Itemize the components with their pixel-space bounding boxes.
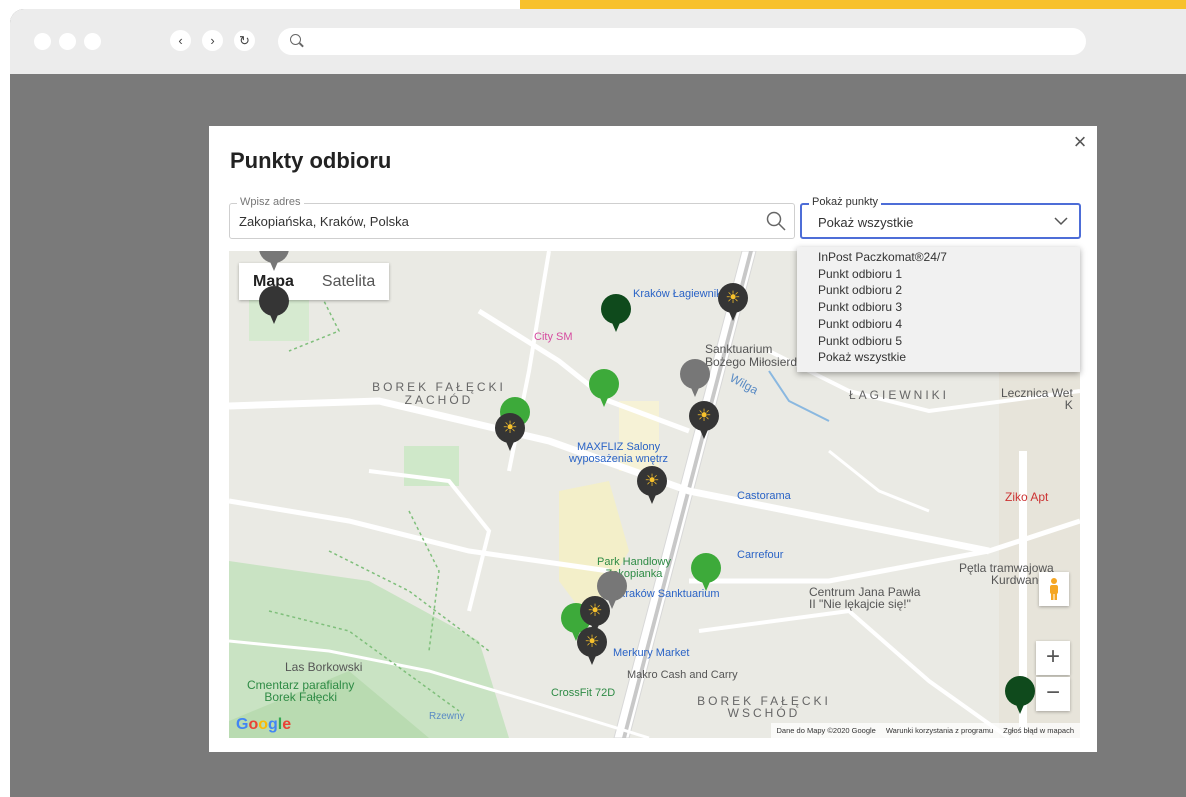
pickup-point-marker[interactable] xyxy=(589,369,619,411)
modal-title: Punkty odbioru xyxy=(230,148,392,173)
zoom-out-button[interactable]: − xyxy=(1036,677,1070,711)
pickup-point-marker[interactable] xyxy=(680,359,710,401)
sun-icon: ☀ xyxy=(696,406,712,425)
pegman-icon xyxy=(1050,578,1058,600)
filter-option-inpost[interactable]: InPost Paczkomat®24/7 xyxy=(797,249,1080,266)
address-input[interactable] xyxy=(230,204,750,238)
sun-icon: ☀ xyxy=(502,418,518,437)
attribution-copyright: Dane do Mapy ©2020 Google xyxy=(776,726,876,735)
forward-icon[interactable]: › xyxy=(202,30,223,51)
attribution-terms-link[interactable]: Warunki korzystania z programu xyxy=(886,726,993,735)
label-cmentarz: Cmentarz parafialny Borek Fałęcki xyxy=(247,678,355,704)
filter-option-2[interactable]: Punkt odbioru 2 xyxy=(797,282,1080,299)
map-tab-satelita[interactable]: Satelita xyxy=(308,263,389,300)
district-lagiewniki: ŁAGIEWNIKI xyxy=(849,388,950,402)
window-minimize-dot[interactable] xyxy=(59,33,76,50)
label-lecznica: Lecznica Wet K xyxy=(1001,386,1073,412)
pickup-point-marker[interactable] xyxy=(1005,676,1035,718)
sun-icon: ☀ xyxy=(584,632,600,651)
poi-makro[interactable]: Makro Cash and Carry xyxy=(627,669,738,681)
accent-bar xyxy=(520,0,1186,9)
sun-icon: ☀ xyxy=(644,471,660,490)
magnifier-icon[interactable] xyxy=(766,211,786,231)
district-borek-wschod: BOREK FAŁĘCKI WSCHÓD xyxy=(697,694,831,720)
pickup-points-modal: × Punkty odbioru Wpisz adres Pokaż punkt… xyxy=(209,126,1097,752)
poi-merkury-market[interactable]: Merkury Market xyxy=(613,647,689,659)
poi-carrefour[interactable]: Carrefour xyxy=(737,549,783,561)
paczkomat-marker[interactable]: ☀ xyxy=(689,401,719,443)
poi-crossfit[interactable]: CrossFit 72D xyxy=(551,687,615,699)
filter-option-3[interactable]: Punkt odbioru 3 xyxy=(797,299,1080,316)
window-close-dot[interactable] xyxy=(34,33,51,50)
reload-icon[interactable]: ↻ xyxy=(234,30,255,51)
filter-selected-value: Pokaż wszystkie xyxy=(818,215,914,230)
poi-krakow-lagiewniki[interactable]: Kraków Łagiewniki xyxy=(633,288,724,300)
google-logo: Google xyxy=(236,716,292,733)
filter-option-1[interactable]: Punkt odbioru 1 xyxy=(797,266,1080,283)
sun-icon: ☀ xyxy=(725,288,741,307)
filter-option-all[interactable]: Pokaż wszystkie xyxy=(797,349,1080,366)
poi-maxfliz[interactable]: MAXFLIZ Salony wyposażenia wnętrz xyxy=(569,441,668,465)
paczkomat-marker[interactable]: ☀ xyxy=(577,627,607,669)
url-bar[interactable] xyxy=(278,28,1086,55)
filter-option-4[interactable]: Punkt odbioru 4 xyxy=(797,316,1080,333)
sun-icon: ☀ xyxy=(587,601,603,620)
pickup-point-marker[interactable] xyxy=(601,294,631,336)
pickup-point-marker[interactable] xyxy=(259,286,289,328)
map-attribution: Dane do Mapy ©2020 Google Warunki korzys… xyxy=(770,723,1080,738)
back-icon[interactable]: ‹ xyxy=(170,30,191,51)
pickup-point-marker[interactable] xyxy=(691,553,721,595)
filter-option-5[interactable]: Punkt odbioru 5 xyxy=(797,333,1080,350)
filter-label: Pokaż punkty xyxy=(809,196,882,208)
browser-toolbar: ‹ › ↻ xyxy=(10,9,1186,74)
close-icon[interactable]: × xyxy=(1069,131,1091,154)
window-maximize-dot[interactable] xyxy=(84,33,101,50)
zoom-in-button[interactable]: + xyxy=(1036,641,1070,675)
label-rzewny: Rzewny xyxy=(429,711,465,722)
poi-castorama[interactable]: Castorama xyxy=(737,490,791,502)
poi-ziko[interactable]: Ziko Apt xyxy=(1005,490,1048,504)
paczkomat-marker[interactable]: ☀ xyxy=(495,413,525,455)
address-field: Wpisz adres xyxy=(229,196,795,239)
poi-city-sm[interactable]: City SM xyxy=(534,331,573,343)
label-centrum-jana-pawla: Centrum Jana Pawła II "Nie lękajcie się!… xyxy=(809,585,921,611)
pickup-point-marker[interactable] xyxy=(259,251,289,275)
attribution-report-link[interactable]: Zgłoś błąd w mapach xyxy=(1003,726,1074,735)
district-borek-zachod: BOREK FAŁĘCKI ZACHÓD xyxy=(372,380,506,407)
paczkomat-marker[interactable]: ☀ xyxy=(718,283,748,325)
street-view-pegman[interactable] xyxy=(1039,572,1069,606)
paczkomat-marker[interactable]: ☀ xyxy=(637,466,667,508)
chevron-down-icon[interactable] xyxy=(1053,213,1069,229)
filter-dropdown-menu: InPost Paczkomat®24/7 Punkt odbioru 1 Pu… xyxy=(797,247,1080,372)
filter-select[interactable]: Pokaż punkty Pokaż wszystkie xyxy=(800,196,1081,239)
search-icon xyxy=(290,34,301,45)
label-las-borkowski: Las Borkowski xyxy=(285,660,363,674)
